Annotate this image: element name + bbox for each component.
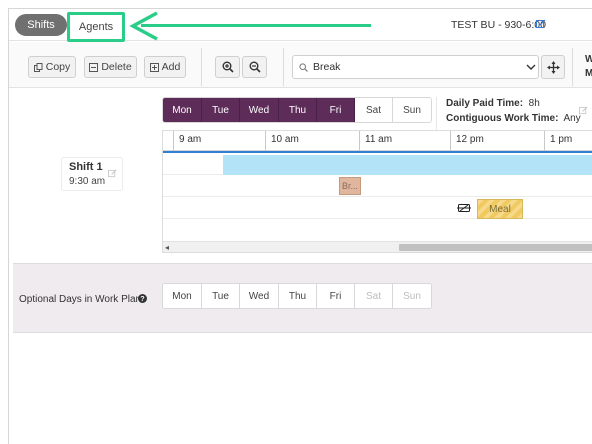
optional-day-toggle-fri[interactable]: Fri (317, 284, 355, 308)
day-toggle-tue[interactable]: Tue (202, 98, 240, 122)
day-toggle-sun[interactable]: Sun (393, 98, 431, 122)
time-axis: 9 am 10 am 11 am 12 pm 1 pm (163, 131, 592, 151)
daily-paid-label: Daily Paid Time: (446, 98, 524, 109)
plus-square-icon (149, 62, 159, 72)
activity-select-value: Break (313, 61, 341, 73)
move-button[interactable] (541, 55, 565, 79)
timeline-scrollbar[interactable]: ◂ (163, 241, 592, 252)
work-days-selector: Mon Tue Wed Thu Fri Sat Sun (162, 97, 432, 123)
add-button[interactable]: Add (144, 56, 186, 78)
search-icon (299, 63, 308, 72)
annotation-arrow-line (141, 24, 371, 27)
copy-icon (33, 62, 43, 72)
optional-days-label: Optional Days in Work Plan (19, 294, 142, 305)
delete-label: Delete (101, 61, 132, 73)
edit-icon[interactable] (108, 169, 117, 178)
timeline-row (163, 197, 592, 219)
minus-square-icon (89, 62, 99, 72)
tick-label: 10 am (271, 134, 299, 145)
toolbar-divider (572, 48, 573, 86)
activity-select[interactable]: Break (292, 55, 539, 79)
optional-day-toggle-mon[interactable]: Mon (163, 284, 202, 308)
scroll-left-arrow[interactable]: ◂ (165, 243, 169, 252)
tick-mark (173, 131, 174, 151)
truncated-label-1: W (585, 54, 592, 65)
chevron-down-icon (526, 64, 536, 70)
daily-paid-time: Daily Paid Time: 8h (446, 98, 540, 109)
tick-label: 1 pm (550, 134, 573, 145)
tab-shifts-label: Shifts (27, 19, 55, 31)
copy-label: Copy (45, 61, 71, 73)
day-toggle-fri[interactable]: Fri (317, 98, 355, 122)
optional-day-toggle-sun: Sun (393, 284, 431, 308)
tick-mark (544, 131, 545, 151)
tab-agents-label: Agents (78, 21, 114, 33)
scrollbar-thumb[interactable] (399, 244, 592, 251)
optional-day-toggle-thu[interactable]: Thu (279, 284, 317, 308)
meal-window-icon (457, 204, 471, 212)
move-arrows-icon (546, 60, 560, 74)
daily-paid-value: 8h (528, 98, 540, 109)
tick-label: 9 am (179, 134, 202, 145)
contiguous-work-time: Contiguous Work Time: Any (446, 113, 581, 124)
edit-icon[interactable] (579, 106, 588, 115)
day-toggle-wed[interactable]: Wed (240, 98, 279, 122)
delete-button[interactable]: Delete (84, 56, 137, 78)
break-activity[interactable]: Br... (339, 177, 361, 195)
toolbar-divider (201, 48, 202, 86)
shift-card[interactable]: Shift 1 9:30 am (61, 157, 123, 191)
break-label: Br... (341, 181, 358, 191)
day-toggle-mon[interactable]: Mon (163, 98, 202, 122)
business-unit-label: TEST BU - 930-6:00 (451, 19, 546, 31)
shift-name: Shift 1 (69, 161, 103, 173)
tab-shifts[interactable]: Shifts (15, 14, 67, 36)
shift-start-time: 9:30 am (69, 176, 106, 187)
tick-label: 12 pm (456, 134, 484, 145)
edit-icon[interactable] (536, 19, 546, 29)
zoom-out-icon (249, 61, 261, 73)
zoom-in-button[interactable] (215, 56, 240, 78)
toolbar-divider (283, 48, 284, 86)
tick-mark (359, 131, 360, 151)
work-plan-editor: Shifts Agents TEST BU - 930-6:00 Copy De… (8, 8, 592, 444)
tick-mark (265, 131, 266, 151)
timeline-row (163, 175, 592, 197)
zoom-in-icon (222, 61, 234, 73)
tab-bar: Shifts Agents TEST BU - 930-6:00 (9, 9, 592, 42)
tick-label: 11 am (365, 134, 393, 145)
meal-label: Meal (489, 203, 511, 215)
shift-timeline[interactable]: 9 am 10 am 11 am 12 pm 1 pm Br... Meal ◂ (162, 130, 592, 253)
truncated-label-2: M (585, 68, 592, 79)
svg-text:?: ? (140, 294, 144, 303)
shift-bar[interactable] (223, 155, 592, 175)
add-label: Add (161, 61, 181, 73)
optional-day-toggle-sat: Sat (355, 284, 393, 308)
zoom-out-button[interactable] (242, 56, 267, 78)
optional-day-toggle-wed[interactable]: Wed (240, 284, 279, 308)
optional-days-section: Optional Days in Work Plan ? Mon Tue Wed Th… (13, 263, 592, 333)
optional-day-toggle-tue[interactable]: Tue (202, 284, 240, 308)
day-toggle-sat[interactable]: Sat (355, 98, 393, 122)
copy-button[interactable]: Copy (28, 56, 76, 78)
day-toggle-thu[interactable]: Thu (279, 98, 317, 122)
tick-mark (450, 131, 451, 151)
help-icon[interactable]: ? (138, 294, 147, 303)
optional-days-selector: Mon Tue Wed Thu Fri Sat Sun (162, 283, 432, 309)
tab-agents[interactable]: Agents (67, 12, 125, 42)
meal-activity[interactable]: Meal (477, 199, 523, 219)
toolbar: Copy Delete Add Break W M (9, 42, 592, 88)
contiguous-label: Contiguous Work Time: (446, 113, 559, 124)
